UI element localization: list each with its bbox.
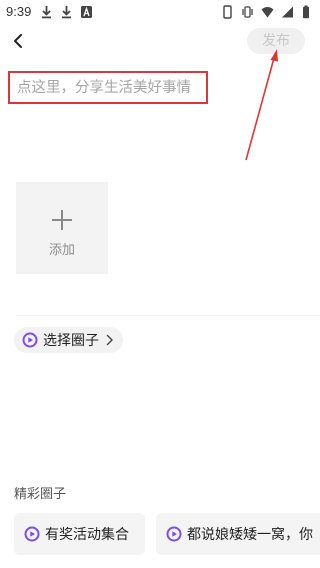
featured-circle-item[interactable]: 都说娘矮矮一窝，你 (156, 513, 320, 555)
download-icon (62, 6, 71, 19)
featured-circles-row: 有奖活动集合 都说娘矮矮一窝，你 (14, 513, 320, 555)
select-circle-button[interactable]: 选择圈子 (14, 327, 123, 353)
chevron-right-icon (106, 334, 113, 346)
add-media-label: 添加 (48, 243, 75, 258)
compose-field-highlight (8, 71, 208, 104)
app-a-icon (81, 6, 92, 18)
compose-input[interactable] (10, 73, 206, 102)
phone-icon (223, 5, 232, 19)
status-left-icons (40, 5, 93, 19)
select-circle-label: 选择圈子 (43, 333, 99, 349)
featured-circle-item[interactable]: 有奖活动集合 (14, 513, 145, 555)
status-right-icons (221, 5, 314, 19)
vibrate-icon (242, 6, 253, 18)
download-icon (42, 6, 51, 19)
signal-icon (282, 6, 293, 18)
status-time: 9:39 (6, 4, 32, 19)
circle-play-icon (24, 526, 40, 542)
circle-play-icon (22, 332, 38, 348)
circle-play-icon (166, 526, 182, 542)
divider (16, 315, 320, 316)
wifi-icon (261, 7, 274, 18)
publish-button[interactable]: 发布 (247, 28, 305, 54)
add-media-button[interactable]: 添加 (16, 182, 108, 274)
plus-icon (52, 210, 72, 230)
battery-icon (303, 5, 309, 19)
status-bar: 9:39 (0, 0, 320, 24)
featured-circle-label: 都说娘矮矮一窝，你 (187, 527, 313, 543)
featured-circles-title: 精彩圈子 (14, 487, 67, 502)
featured-circle-label: 有奖活动集合 (45, 527, 129, 543)
back-button[interactable] (8, 30, 30, 52)
